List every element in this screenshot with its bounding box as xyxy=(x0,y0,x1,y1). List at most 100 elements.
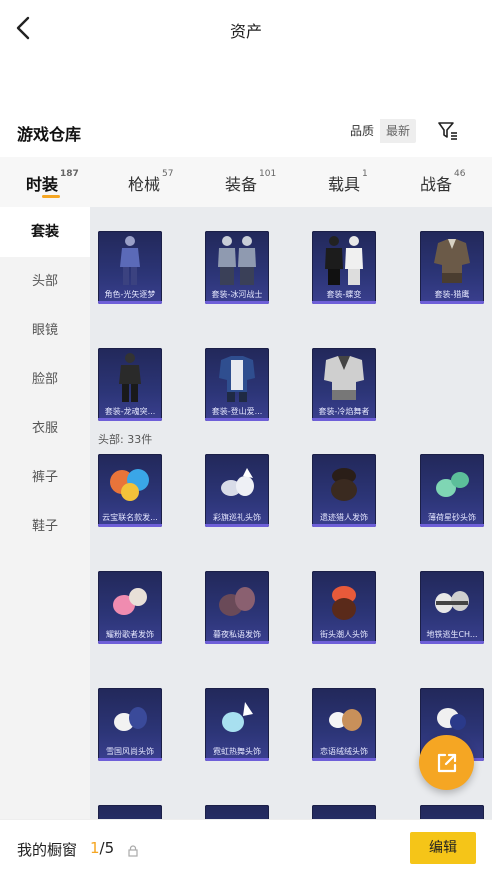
sidebar-item-head[interactable]: 头部 xyxy=(0,257,90,307)
item-label: 街头潮人头饰 xyxy=(320,630,368,639)
showcase-total: /5 xyxy=(99,839,115,857)
item-card[interactable]: 恋语绒绒头饰 xyxy=(312,688,376,761)
item-card[interactable]: 套装-猎鹰 xyxy=(420,231,484,304)
tab-guns[interactable]: 枪械57 xyxy=(128,169,174,195)
item-label: 套装-冷焰舞者 xyxy=(318,407,370,416)
showcase-label: 我的橱窗 xyxy=(17,841,78,859)
item-card[interactable]: 套装-蝶变 xyxy=(312,231,376,304)
sort-toggle: 品质 最新 xyxy=(344,119,417,143)
tab-supplies[interactable]: 战备46 xyxy=(420,169,466,195)
outfit-figure-icon xyxy=(98,231,162,291)
item-card[interactable]: 套装-龙魂突... xyxy=(98,348,162,421)
item-card[interactable]: 彩旗巡礼头饰 xyxy=(205,454,269,527)
item-card[interactable] xyxy=(98,805,162,819)
item-label: 角色-光矢逐梦 xyxy=(104,290,156,299)
item-label: 薄荷星砂头饰 xyxy=(428,513,476,522)
sidebar-item-clothes[interactable]: 衣服 xyxy=(0,404,90,454)
showcase-count: 1/5 xyxy=(90,839,114,857)
item-card[interactable]: 暮夜私语发饰 xyxy=(205,571,269,644)
edit-button[interactable]: 编辑 xyxy=(410,832,476,864)
sort-quality-button[interactable]: 品质 xyxy=(344,119,381,143)
item-label: 套装-冰河战士 xyxy=(211,290,263,299)
category-tabs: 时装187 枪械57 装备101 载具1 战备46 xyxy=(0,157,492,207)
item-card[interactable]: 套装-冷焰舞者 xyxy=(312,348,376,421)
item-label: 耀粉歌者发饰 xyxy=(106,630,154,639)
external-link-icon xyxy=(437,753,456,772)
item-card[interactable] xyxy=(420,805,484,819)
filter-icon[interactable] xyxy=(437,120,459,142)
item-card[interactable]: 角色-光矢逐梦 xyxy=(98,231,162,304)
top-bar: 资产 xyxy=(0,0,492,58)
item-label: 地铁逃生CH... xyxy=(426,630,478,639)
tab-vehicles[interactable]: 载具1 xyxy=(328,169,368,195)
hair-accessory-icon xyxy=(205,571,269,631)
item-card[interactable]: 耀粉歌者发饰 xyxy=(98,571,162,644)
item-label: 套装-龙魂突... xyxy=(104,407,156,416)
item-card[interactable]: 套装-登山爱... xyxy=(205,348,269,421)
item-label: 彩旗巡礼头饰 xyxy=(213,513,261,522)
sidebar-item-shoes[interactable]: 鞋子 xyxy=(0,502,90,552)
item-label: 恋语绒绒头饰 xyxy=(320,747,368,756)
item-label: 云宝联名款发... xyxy=(102,513,158,522)
hair-accessory-icon xyxy=(312,454,376,514)
item-card[interactable]: 遗迹猎人发饰 xyxy=(312,454,376,527)
outfit-clothing-icon xyxy=(312,348,376,408)
item-label: 套装-蝶变 xyxy=(326,290,362,299)
warehouse-header: 游戏仓库 品质 最新 xyxy=(0,118,492,148)
tab-label: 枪械 xyxy=(128,175,161,194)
showcase-bar: 我的橱窗 1/5 编辑 xyxy=(0,819,492,876)
item-card[interactable]: 云宝联名款发... xyxy=(98,454,162,527)
showcase-current: 1 xyxy=(90,839,100,857)
outfit-figure-icon xyxy=(205,231,269,291)
sidebar-item-pants[interactable]: 裤子 xyxy=(0,453,90,503)
tab-fashion[interactable]: 时装187 xyxy=(26,169,79,195)
item-card[interactable] xyxy=(205,805,269,819)
sidebar-item-face[interactable]: 脸部 xyxy=(0,355,90,405)
active-tab-indicator xyxy=(42,195,60,198)
outfit-figure-icon xyxy=(98,348,162,408)
item-card[interactable]: 雪国风尚头饰 xyxy=(98,688,162,761)
item-label: 套装-登山爱... xyxy=(211,407,263,416)
sidebar-item-glasses[interactable]: 眼镜 xyxy=(0,306,90,356)
tab-label: 载具 xyxy=(328,175,361,194)
hair-accessory-icon xyxy=(312,688,376,748)
item-card[interactable]: 套装-冰河战士 xyxy=(205,231,269,304)
warehouse-title: 游戏仓库 xyxy=(17,125,82,144)
page-title: 资产 xyxy=(229,22,262,41)
item-label: 雪国风尚头饰 xyxy=(106,747,154,756)
item-card[interactable] xyxy=(312,805,376,819)
tab-count: 57 xyxy=(162,169,174,179)
head-section-label: 头部: 33件 xyxy=(98,433,153,446)
item-label: 套装-猎鹰 xyxy=(434,290,470,299)
outfit-clothing-icon xyxy=(420,231,484,291)
item-grid: 角色-光矢逐梦 套装-冰河战士 套装-蝶变 套装-猎鹰 套装-龙魂突... 套装… xyxy=(90,207,492,819)
tab-count: 1 xyxy=(362,169,368,179)
item-label: 遗迹猎人发饰 xyxy=(320,513,368,522)
tab-equipment[interactable]: 装备101 xyxy=(225,169,277,195)
tab-label: 战备 xyxy=(420,175,453,194)
hair-accessory-icon xyxy=(420,571,484,631)
hair-accessory-icon xyxy=(98,571,162,631)
item-card[interactable]: 霓虹热舞头饰 xyxy=(205,688,269,761)
item-card[interactable]: 地铁逃生CH... xyxy=(420,571,484,644)
sidebar-item-outfit[interactable]: 套装 xyxy=(0,207,90,257)
item-card[interactable]: 街头潮人头饰 xyxy=(312,571,376,644)
outfit-figure-icon xyxy=(312,231,376,291)
lock-icon xyxy=(128,842,138,857)
tab-label: 时装 xyxy=(26,175,59,194)
tab-label: 装备 xyxy=(225,175,258,194)
tab-count: 101 xyxy=(259,169,277,179)
outfit-clothing-icon xyxy=(205,348,269,408)
share-button[interactable] xyxy=(419,735,474,790)
hair-accessory-icon xyxy=(312,571,376,631)
sort-latest-button[interactable]: 最新 xyxy=(380,119,417,143)
hair-accessory-icon xyxy=(205,688,269,748)
item-card[interactable]: 薄荷星砂头饰 xyxy=(420,454,484,527)
tab-count: 46 xyxy=(454,169,466,179)
item-label: 暮夜私语发饰 xyxy=(213,630,261,639)
tab-count: 187 xyxy=(60,169,79,179)
sub-category-sidebar: 套装 头部 眼镜 脸部 衣服 裤子 鞋子 xyxy=(0,207,90,819)
hair-accessory-icon xyxy=(98,454,162,514)
hair-accessory-icon xyxy=(205,454,269,514)
item-label: 霓虹热舞头饰 xyxy=(213,747,261,756)
